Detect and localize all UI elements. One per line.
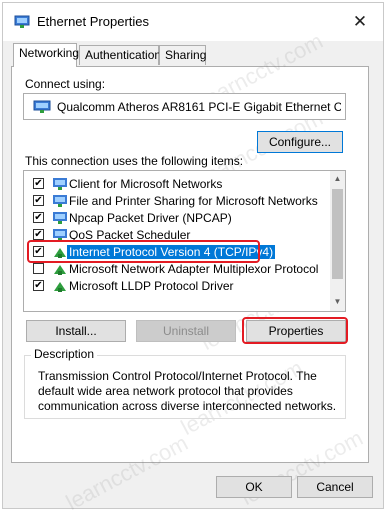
connect-using-label: Connect using: — [25, 77, 106, 91]
list-item-lldp[interactable]: ✔ Microsoft LLDP Protocol Driver — [24, 278, 327, 295]
title-bar: Ethernet Properties ✕ — [3, 3, 383, 41]
item-label: File and Printer Sharing for Microsoft N… — [69, 194, 318, 208]
item-label: Npcap Packet Driver (NPCAP) — [69, 211, 232, 225]
window-title: Ethernet Properties — [37, 14, 150, 29]
scroll-down-icon[interactable]: ▼ — [330, 294, 345, 310]
tab-sharing[interactable]: Sharing — [159, 45, 206, 65]
install-button[interactable]: Install... — [26, 320, 126, 342]
network-adapter-icon — [33, 100, 51, 113]
properties-highlight-annotation — [242, 317, 348, 344]
network-service-icon — [53, 212, 67, 224]
tab-networking[interactable]: Networking — [13, 43, 79, 67]
list-item-client-ms-networks[interactable]: ✔ Client for Microsoft Networks — [24, 176, 327, 193]
uninstall-button: Uninstall — [136, 320, 236, 342]
items-label: This connection uses the following items… — [25, 154, 244, 168]
checkbox[interactable]: ✔ — [33, 229, 44, 240]
network-service-icon — [53, 195, 67, 207]
tab-authentication[interactable]: Authentication — [79, 45, 161, 65]
network-client-icon — [53, 178, 67, 190]
scrollbar-thumb[interactable] — [332, 189, 343, 279]
list-item-multiplexor[interactable]: Microsoft Network Adapter Multiplexor Pr… — [24, 261, 327, 278]
item-label: Microsoft Network Adapter Multiplexor Pr… — [69, 262, 319, 276]
description-text: Transmission Control Protocol/Internet P… — [38, 369, 337, 413]
adapter-name-box: Qualcomm Atheros AR8161 PCI-E Gigabit Et… — [23, 93, 346, 120]
adapter-name: Qualcomm Atheros AR8161 PCI-E Gigabit Et… — [57, 100, 341, 114]
list-item-file-printer-sharing[interactable]: ✔ File and Printer Sharing for Microsoft… — [24, 193, 327, 210]
cancel-button[interactable]: Cancel — [297, 476, 373, 498]
protocol-icon — [54, 265, 66, 275]
ok-button[interactable]: OK — [216, 476, 292, 498]
close-button[interactable]: ✕ — [349, 11, 371, 33]
configure-button[interactable]: Configure... — [257, 131, 343, 153]
scroll-up-icon[interactable]: ▲ — [330, 171, 345, 187]
checkbox[interactable]: ✔ — [33, 280, 44, 291]
item-label: Client for Microsoft Networks — [69, 177, 223, 191]
checkbox[interactable]: ✔ — [33, 195, 44, 206]
list-item-npcap[interactable]: ✔ Npcap Packet Driver (NPCAP) — [24, 210, 327, 227]
checkbox[interactable]: ✔ — [33, 212, 44, 223]
network-adapter-icon — [14, 15, 30, 28]
checkbox[interactable]: ✔ — [33, 178, 44, 189]
protocol-icon — [54, 282, 66, 292]
checkbox[interactable] — [33, 263, 44, 274]
description-legend: Description — [31, 347, 98, 361]
item-label: Microsoft LLDP Protocol Driver — [69, 279, 234, 293]
ipv4-highlight-annotation — [27, 240, 260, 263]
list-scrollbar[interactable]: ▲ ▼ — [330, 171, 345, 311]
